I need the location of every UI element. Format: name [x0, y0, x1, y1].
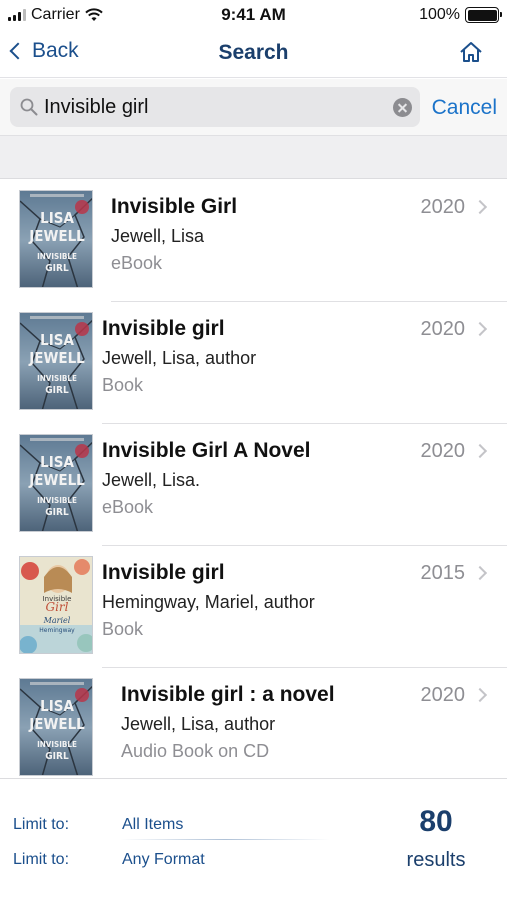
result-format: Book: [102, 375, 144, 395]
result-title: Invisible girl: [102, 317, 225, 340]
cancel-button[interactable]: Cancel: [432, 96, 497, 120]
page-title: Search: [218, 41, 289, 64]
status-right: 100%: [419, 6, 502, 24]
cover-title-text: GIRL: [45, 385, 69, 396]
book-cover-image: LISA JEWELL INVISIBLE GIRL: [19, 190, 93, 288]
cover-title-text: GIRL: [45, 263, 69, 274]
result-row[interactable]: Invisible Girl Mariel Hemingway Invisible gi…: [0, 546, 507, 668]
result-author: Jewell, Lisa.: [102, 470, 201, 490]
result-title: Invisible girl : a novel: [121, 683, 335, 706]
results-list: LISA JEWELL INVISIBLE GIRL Invisible Girl Jew…: [0, 180, 507, 778]
search-bar: Cancel: [0, 79, 507, 135]
result-count: 80: [419, 805, 453, 838]
result-format: eBook: [111, 253, 163, 273]
result-row[interactable]: LISA JEWELL INVISIBLE GIRL Invisible Girl Jew…: [0, 180, 507, 302]
cover-title-text: INVISIBLE: [37, 252, 77, 261]
result-author: Jewell, Lisa, author: [102, 348, 257, 368]
cover-author-text: Mariel: [43, 616, 71, 625]
result-year: 2015: [420, 562, 466, 584]
cover-title-text: INVISIBLE: [37, 496, 77, 505]
cover-title-text: Girl: [46, 600, 69, 614]
book-cover-image: LISA JEWELL INVISIBLE GIRL: [19, 434, 93, 532]
cover-author-text: LISA: [40, 453, 74, 471]
result-author: Jewell, Lisa, author: [121, 714, 276, 734]
home-icon: [460, 42, 482, 62]
battery-percent: 100%: [419, 6, 460, 23]
divider: [120, 839, 330, 840]
cover-author-text: LISA: [40, 209, 74, 227]
cover-title-text: INVISIBLE: [37, 740, 77, 749]
result-year: 2020: [420, 318, 466, 340]
result-year: 2020: [420, 196, 466, 218]
cover-author-text: JEWELL: [28, 471, 85, 489]
limit-format-value[interactable]: Any Format: [122, 851, 205, 869]
home-button[interactable]: [459, 41, 483, 68]
battery-fill: [467, 9, 497, 21]
chevron-right-icon: [472, 687, 488, 703]
results-footer: Limit to: All Items Limit to: Any Format…: [0, 778, 507, 900]
chevron-right-icon: [472, 565, 488, 581]
clear-icon[interactable]: [393, 98, 412, 117]
result-title: Invisible girl: [102, 561, 225, 584]
result-title: Invisible Girl: [111, 195, 238, 218]
result-row[interactable]: LISA JEWELL INVISIBLE GIRL Invisible girl Jew…: [0, 302, 507, 424]
result-year: 2020: [420, 440, 466, 462]
chevron-right-icon: [472, 443, 488, 459]
chevron-right-icon: [472, 199, 488, 215]
result-format: Audio Book on CD: [121, 741, 270, 761]
limit-label: Limit to:: [13, 816, 70, 833]
cover-author-text: JEWELL: [28, 349, 85, 367]
limit-items-row: Limit to: All Items: [13, 816, 183, 834]
search-input[interactable]: [44, 87, 389, 127]
result-year: 2020: [420, 684, 466, 706]
cover-title-text: INVISIBLE: [37, 374, 77, 383]
result-title: Invisible Girl A Novel: [102, 439, 311, 462]
navigation-bar: Back Search: [0, 30, 507, 78]
result-row[interactable]: LISA JEWELL INVISIBLE GIRL Invisible Girl A …: [0, 424, 507, 546]
cover-author-text: Hemingway: [39, 627, 75, 634]
limit-items-value[interactable]: All Items: [122, 816, 183, 834]
search-icon: [20, 98, 38, 116]
result-format: Book: [102, 619, 144, 639]
limit-label: Limit to:: [13, 851, 70, 868]
result-author: Jewell, Lisa: [111, 226, 205, 246]
cover-title-text: GIRL: [45, 507, 69, 518]
status-bar: Carrier 9:41 AM 100%: [0, 0, 507, 30]
section-spacer: [0, 135, 507, 179]
cover-title-text: GIRL: [45, 751, 69, 762]
cover-author-text: LISA: [40, 697, 74, 715]
battery-icon: [465, 7, 502, 23]
result-format: eBook: [102, 497, 154, 517]
result-row[interactable]: LISA JEWELL INVISIBLE GIRL Invisible girl : …: [0, 668, 507, 778]
result-author: Hemingway, Mariel, author: [102, 592, 315, 612]
search-field: [10, 87, 420, 127]
book-cover-image: LISA JEWELL INVISIBLE GIRL: [19, 678, 93, 776]
book-cover-image: Invisible Girl Mariel Hemingway: [19, 556, 93, 654]
results-label: results: [406, 849, 466, 871]
cover-author-text: JEWELL: [28, 227, 85, 245]
cover-author-text: LISA: [40, 331, 74, 349]
cover-author-text: JEWELL: [28, 715, 85, 733]
book-cover-image: LISA JEWELL INVISIBLE GIRL: [19, 312, 93, 410]
limit-format-row: Limit to: Any Format: [13, 851, 205, 869]
chevron-right-icon: [472, 321, 488, 337]
